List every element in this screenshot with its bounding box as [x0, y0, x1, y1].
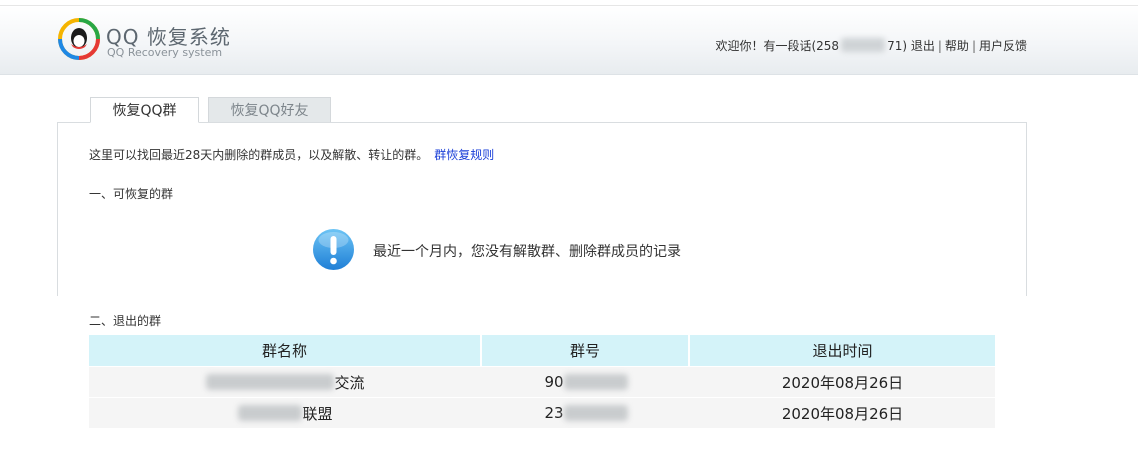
logo-subtitle: QQ Recovery system — [107, 46, 223, 59]
tab-recover-group[interactable]: 恢复QQ群 — [90, 97, 199, 123]
column-header-group-number: 群号 — [482, 335, 690, 366]
qq-logo-icon — [58, 18, 100, 60]
section-recoverable-title: 一、可恢复的群 — [89, 187, 174, 201]
table-row[interactable]: 联盟 23 2020年08月26日 — [89, 398, 995, 428]
group-name-cell: 交流 — [89, 367, 482, 397]
help-link[interactable]: 帮助 — [945, 39, 969, 53]
logout-link[interactable]: 退出 — [911, 39, 935, 53]
redacted-group-name — [206, 374, 335, 390]
table-row[interactable]: 交流 90 2020年08月26日 — [89, 367, 995, 397]
intro-text: 这里可以找回最近28天内删除的群成员，以及解散、转让的群。 — [89, 148, 429, 162]
section-exited-title: 二、退出的群 — [89, 314, 162, 328]
column-header-group-name: 群名称 — [89, 335, 482, 366]
welcome-text-prefix: 欢迎你！有一段话(258 — [715, 39, 840, 53]
site-header: QQ 恢复系统 QQ Recovery system 欢迎你！有一段话(258 7… — [0, 6, 1138, 75]
group-number-cell: 23 — [482, 398, 690, 428]
group-name-visible: 联盟 — [302, 404, 333, 423]
group-rules-link[interactable]: 群恢复规则 — [434, 148, 494, 162]
exit-time-cell: 2020年08月26日 — [781, 404, 904, 423]
empty-message: 最近一个月内，您没有解散群、删除群成员的记录 — [373, 244, 681, 260]
separator: | — [971, 39, 976, 53]
exit-time-cell: 2020年08月26日 — [781, 373, 904, 392]
table-header-row: 群名称 群号 退出时间 — [89, 335, 995, 366]
column-header-exit-time: 退出时间 — [812, 342, 873, 360]
redacted-group-number — [563, 405, 628, 421]
redacted-group-name — [238, 405, 303, 421]
group-number-visible: 23 — [544, 404, 564, 422]
redacted-qq-number — [841, 38, 886, 52]
feedback-link[interactable]: 用户反馈 — [979, 39, 1027, 53]
group-name-cell: 联盟 — [89, 398, 482, 428]
group-name-visible: 交流 — [334, 373, 365, 392]
tab-recover-friend[interactable]: 恢复QQ好友 — [208, 97, 331, 123]
user-bar: 欢迎你！有一段话(258 71) 退出 | 帮助 | 用户反馈 — [715, 37, 1027, 54]
intro-line: 这里可以找回最近28天内删除的群成员，以及解散、转让的群。 群恢复规则 — [89, 146, 494, 163]
info-icon — [313, 229, 354, 270]
redacted-group-number — [563, 374, 628, 390]
group-number-visible: 90 — [544, 373, 564, 391]
separator: | — [937, 39, 942, 53]
group-number-cell: 90 — [482, 367, 690, 397]
welcome-text-suffix: 71) — [887, 39, 908, 53]
